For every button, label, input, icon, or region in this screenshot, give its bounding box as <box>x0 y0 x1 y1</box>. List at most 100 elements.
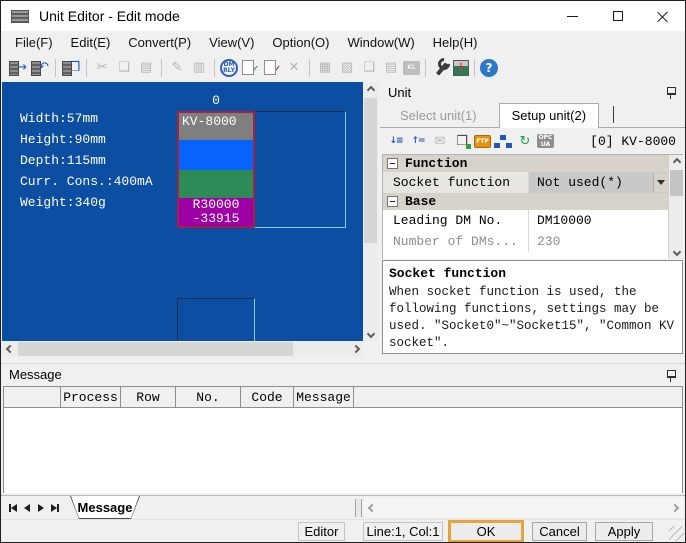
minimize-button[interactable] <box>550 1 595 31</box>
mail-icon: ✉ <box>430 131 450 151</box>
empty-slot-right[interactable] <box>255 111 346 228</box>
message-table: Process Row No. Code Message <box>3 386 683 493</box>
opc-ua-icon[interactable]: OPC UA <box>537 134 554 148</box>
close-button[interactable] <box>640 1 685 31</box>
first-tab-icon[interactable] <box>6 500 20 516</box>
apply-button[interactable]: Apply <box>595 522 653 541</box>
tab-message[interactable]: Message <box>70 496 140 519</box>
unit-block-kv8000[interactable]: KV-8000 R30000-33915 <box>177 111 255 228</box>
unit-panel-toolbar: ↓≡ ↑= ✉ ❐ FTP ↻ OPC UA [0] KV-8000 <box>380 128 685 154</box>
resize-grip[interactable] <box>669 526 684 541</box>
collapse-icon[interactable] <box>387 196 398 207</box>
tab-horizontal-scrollbar[interactable] <box>364 498 683 517</box>
vertical-scroll-thumb[interactable] <box>364 98 377 243</box>
help-body: When socket function is used, the follow… <box>389 284 676 352</box>
last-tab-icon[interactable] <box>48 500 62 516</box>
empty-slot-bottom[interactable] <box>177 298 255 341</box>
unit-panel-title: Unit <box>388 85 411 100</box>
rly-check-icon[interactable]: ✓ <box>262 58 282 78</box>
toolbar-separator <box>214 59 215 77</box>
collapse-rows-icon[interactable]: ↓≡ <box>386 131 406 151</box>
column-row[interactable]: Row <box>121 387 176 407</box>
toolbar-separator <box>474 59 475 77</box>
menu-file[interactable]: File(F) <box>6 31 62 54</box>
pin-icon[interactable] <box>666 369 677 382</box>
ftp-icon[interactable]: FTP <box>474 135 491 148</box>
menu-bar: File(F) Edit(E) Convert(P) View(V) Optio… <box>1 31 685 54</box>
scroll-right-icon[interactable] <box>671 503 679 511</box>
column-filler <box>354 387 682 407</box>
wrench-icon[interactable] <box>431 58 451 78</box>
dropdown-button[interactable] <box>653 173 668 192</box>
menu-convert[interactable]: Convert(P) <box>119 31 200 54</box>
app-icon[interactable] <box>11 10 29 23</box>
cursor-position-indicator: Line:1, Col:1 <box>363 522 443 541</box>
menu-window[interactable]: Window(W) <box>339 31 424 54</box>
menu-option[interactable]: Option(O) <box>263 31 338 54</box>
tab-splitter[interactable] <box>355 499 362 517</box>
unit-blue-section <box>179 140 253 170</box>
collapse-icon[interactable] <box>387 158 398 169</box>
maximize-button[interactable] <box>595 1 640 31</box>
selected-unit-label: [0] KV-8000 <box>590 134 685 149</box>
menu-edit[interactable]: Edit(E) <box>62 31 120 54</box>
unit-panel: Unit Select unit(1) Setup unit(2) ↓≡ ↑= … <box>380 82 685 357</box>
scroll-up-icon[interactable] <box>669 155 683 169</box>
canvas-horizontal-scrollbar[interactable] <box>2 341 363 357</box>
column-code[interactable]: Code <box>241 387 294 407</box>
network-setting-icon[interactable] <box>493 131 513 151</box>
unit-refresh-icon[interactable]: ↻ <box>515 131 535 151</box>
column-message[interactable]: Message <box>294 387 354 407</box>
column-selector[interactable] <box>4 387 61 407</box>
unit-relay-section: R30000-33915 <box>179 198 253 226</box>
monitor-save-icon[interactable]: ❐ <box>452 131 472 151</box>
property-row-socket-function[interactable]: Socket function Not used(*) <box>383 172 668 193</box>
scroll-left-icon[interactable] <box>368 503 376 511</box>
menu-view[interactable]: View(V) <box>200 31 263 54</box>
mode-indicator: Editor <box>298 522 345 541</box>
message-panel-header: Message <box>1 363 685 385</box>
horizontal-scroll-thumb[interactable] <box>18 342 293 356</box>
prev-tab-icon[interactable] <box>20 500 34 516</box>
property-row-number-of-dms: Number of DMs... 230 <box>383 231 668 252</box>
property-group-base[interactable]: Base <box>383 193 668 210</box>
unit-panel-header: Unit <box>380 82 685 103</box>
scroll-down-icon[interactable] <box>669 245 683 259</box>
unit-layout-canvas[interactable]: Width:57mm Height:90mm Depth:115mm Curr.… <box>2 82 363 341</box>
ok-button[interactable]: OK <box>448 520 524 543</box>
scroll-right-icon[interactable] <box>348 341 363 357</box>
undo-unit-icon[interactable]: ↶ <box>30 58 50 78</box>
scroll-up-icon[interactable] <box>363 82 378 97</box>
help-icon[interactable]: ? <box>480 59 498 77</box>
scroll-thumb[interactable] <box>670 170 683 196</box>
scroll-left-icon[interactable] <box>2 341 17 357</box>
next-tab-icon[interactable] <box>34 500 48 516</box>
change-unit-icon[interactable]: ❐ <box>61 58 81 78</box>
dm-rly-assign-icon[interactable]: DM RLY <box>220 59 238 77</box>
property-group-function[interactable]: Function <box>383 155 668 172</box>
property-row-leading-dm[interactable]: Leading DM No. DM10000 <box>383 210 668 231</box>
occupy-view-icon: ▨ <box>337 58 357 78</box>
canvas-vertical-scrollbar[interactable] <box>363 82 378 341</box>
tab-setup-unit[interactable]: Setup unit(2) <box>499 103 599 128</box>
unit-panel-tabs: Select unit(1) Setup unit(2) <box>380 103 685 128</box>
toolbar-separator <box>425 59 426 77</box>
column-no[interactable]: No. <box>176 387 241 407</box>
verify-save-icon[interactable]: ↓ <box>453 60 469 76</box>
paste-icon: ▤ <box>136 58 156 78</box>
column-process[interactable]: Process <box>61 387 121 407</box>
kl-setting-icon: KL <box>403 61 420 75</box>
help-title: Socket function <box>389 266 676 281</box>
paste-units-icon: ▤ <box>381 58 401 78</box>
pin-icon[interactable] <box>666 86 677 99</box>
menu-help[interactable]: Help(H) <box>424 31 487 54</box>
scroll-down-icon[interactable] <box>363 326 378 341</box>
property-grid-scrollbar[interactable] <box>668 155 683 259</box>
expand-rows-icon[interactable]: ↑= <box>408 131 428 151</box>
dm-check-icon[interactable]: ✓ <box>240 58 260 78</box>
window-title: Unit Editor - Edit mode <box>39 8 180 24</box>
message-panel-title: Message <box>9 367 62 382</box>
status-bar: Editor Line:1, Col:1 OK Cancel Apply <box>1 519 685 542</box>
insert-unit-icon[interactable]: → <box>8 58 28 78</box>
cancel-button[interactable]: Cancel <box>532 522 587 541</box>
